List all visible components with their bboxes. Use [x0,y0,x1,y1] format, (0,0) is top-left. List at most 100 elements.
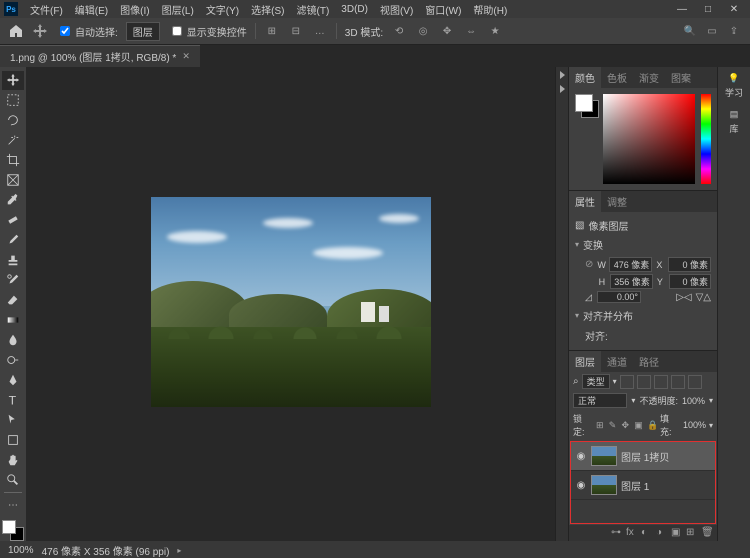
pen-tool[interactable] [2,371,24,390]
color-picker[interactable] [603,94,695,184]
eyedropper-tool[interactable] [2,191,24,210]
layer-thumb[interactable] [591,446,617,466]
layer-thumb[interactable] [591,475,617,495]
stamp-tool[interactable] [2,251,24,270]
menu-help[interactable]: 帮助(H) [467,0,513,19]
window-close[interactable]: ✕ [722,4,746,15]
menu-edit[interactable]: 编辑(E) [69,0,114,19]
window-maximize[interactable]: □ [696,4,720,15]
tab-channels[interactable]: 通道 [601,351,633,372]
group-icon[interactable]: ▣ [671,527,683,539]
tab-gradient[interactable]: 渐变 [633,67,665,88]
share-icon[interactable]: ⇪ [726,24,742,38]
tab-layers[interactable]: 图层 [569,351,601,372]
dodge-tool[interactable] [2,351,24,370]
distribute-icon[interactable]: ⊟ [288,24,304,38]
more-icon[interactable]: … [312,24,328,38]
show-transform-checkbox[interactable]: 显示变换控件 [168,23,247,39]
expand-panel-icon[interactable] [560,85,565,93]
menu-3d[interactable]: 3D(D) [335,2,374,17]
tab-adjustments[interactable]: 调整 [601,191,633,212]
gradient-tool[interactable] [2,311,24,330]
library-panel-button[interactable]: ▤库 [729,109,738,135]
lock-pos-icon[interactable]: ✥ [621,420,631,430]
filter-shape-icon[interactable] [671,375,685,389]
search-icon[interactable]: 🔍 [682,24,698,38]
filter-smart-icon[interactable] [688,375,702,389]
path-tool[interactable] [2,410,24,429]
adjust-icon[interactable]: ◑ [656,527,668,539]
lock-nest-icon[interactable]: ▣ [634,420,644,430]
width-field[interactable]: 476 像素 [609,257,652,272]
y-field[interactable]: 0 像素 [669,274,712,289]
zoom-level[interactable]: 100% [8,545,34,556]
history-brush-tool[interactable] [2,271,24,290]
visibility-icon[interactable]: ◉ [575,451,587,462]
trash-icon[interactable]: 🗑 [701,527,713,539]
filter-pixel-icon[interactable] [620,375,634,389]
layer-row[interactable]: ◉ 图层 1 [571,471,715,500]
panel-fg-bg[interactable] [575,94,599,118]
layer-name[interactable]: 图层 1 [621,478,649,493]
menu-file[interactable]: 文件(F) [24,0,69,19]
tab-properties[interactable]: 属性 [569,191,601,212]
align-section[interactable]: 对齐并分布 [583,308,633,323]
fill-value[interactable]: 100% [683,420,706,430]
link-layers-icon[interactable]: ⊶ [611,527,623,539]
filter-type-icon[interactable] [654,375,668,389]
hand-tool[interactable] [2,450,24,469]
learn-panel-button[interactable]: 💡学习 [725,73,743,99]
lock-trans-icon[interactable]: ⊞ [596,420,606,430]
tab-pattern[interactable]: 图案 [665,67,697,88]
3d-pan-icon[interactable]: ✥ [439,24,455,38]
3d-slide-icon[interactable]: ⇔ [463,24,479,38]
status-arrow-icon[interactable]: ▸ [177,546,181,555]
marquee-tool[interactable] [2,91,24,110]
auto-select-checkbox[interactable]: 自动选择: [56,23,118,39]
layer-row[interactable]: ◉ 图层 1拷贝 [571,442,715,471]
type-tool[interactable]: T [2,391,24,410]
expand-panel-icon[interactable] [560,71,565,79]
angle-field[interactable]: 0.00° [597,291,641,303]
3d-orbit-icon[interactable]: ⟲ [391,24,407,38]
lock-paint-icon[interactable]: ✎ [609,420,619,430]
menu-image[interactable]: 图像(I) [114,0,155,19]
opacity-value[interactable]: 100% [682,396,705,406]
link-wh-icon[interactable]: ⊘ [585,259,593,270]
align-icon[interactable]: ⊞ [264,24,280,38]
crop-tool[interactable] [2,151,24,170]
menu-window[interactable]: 窗口(W) [419,0,467,19]
menu-layer[interactable]: 图层(L) [156,0,200,19]
document-tab[interactable]: 1.png @ 100% (图层 1拷贝, RGB/8) * ✕ [0,45,200,67]
filter-kind[interactable]: 类型 [582,374,610,389]
tab-swatch[interactable]: 色板 [601,67,633,88]
x-field[interactable]: 0 像素 [668,257,711,272]
tab-paths[interactable]: 路径 [633,351,665,372]
blend-mode[interactable]: 正常 [573,393,627,408]
height-field[interactable]: 356 像素 [610,274,653,289]
lock-all-icon[interactable]: 🔒 [647,420,657,430]
move-tool[interactable] [2,71,24,90]
eraser-tool[interactable] [2,291,24,310]
window-minimize[interactable]: — [670,4,694,15]
lasso-tool[interactable] [2,111,24,130]
flip-h-icon[interactable]: ▷◁ [676,292,691,303]
mask-icon[interactable]: ◐ [641,527,653,539]
3d-zoom-icon[interactable]: ★ [487,24,503,38]
filter-adjust-icon[interactable] [637,375,651,389]
fx-icon[interactable]: fx [626,527,638,539]
zoom-tool[interactable] [2,470,24,489]
layer-name[interactable]: 图层 1拷贝 [621,449,669,464]
hue-strip[interactable] [701,94,711,184]
edit-toolbar-icon[interactable]: ⋯ [2,496,24,515]
tab-color[interactable]: 颜色 [569,67,601,88]
flip-v-icon[interactable]: ▽△ [696,292,711,303]
tab-close-icon[interactable]: ✕ [182,51,190,62]
menu-type[interactable]: 文字(Y) [200,0,245,19]
workspace-icon[interactable]: ▭ [704,24,720,38]
home-icon[interactable] [8,23,24,39]
canvas[interactable] [151,197,431,407]
blur-tool[interactable] [2,331,24,350]
transform-section[interactable]: 变换 [583,237,603,252]
brush-tool[interactable] [2,231,24,250]
